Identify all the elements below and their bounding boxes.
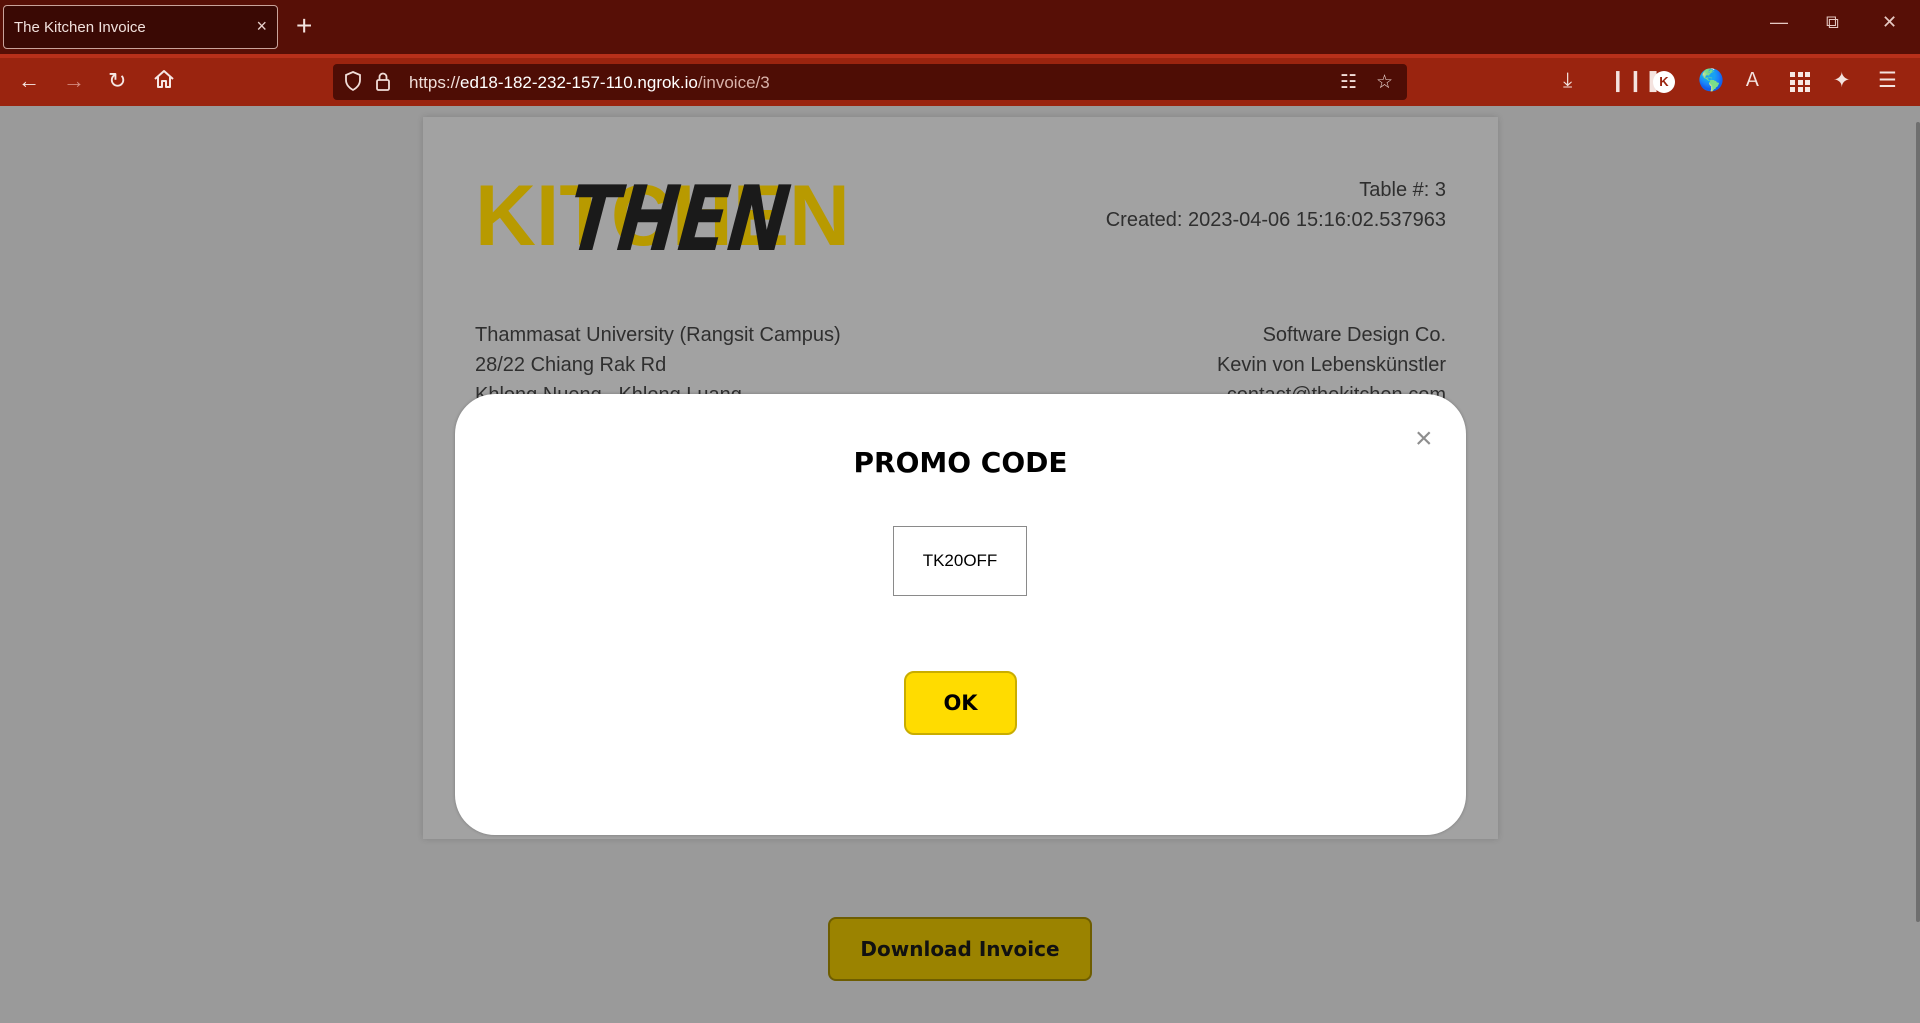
downloads-icon[interactable]: ⤓	[1563, 69, 1572, 93]
address-line: Thammasat University (Rangsit Campus)	[475, 324, 841, 346]
forward-arrow-icon[interactable]: →	[63, 68, 85, 94]
tab-the-kitchen-invoice[interactable]: The Kitchen Invoice ×	[3, 5, 278, 49]
window-close-icon[interactable]: ✕	[1882, 12, 1897, 33]
kitchen-logo: KITCHEN THEN	[475, 167, 850, 270]
ok-button[interactable]: OK	[904, 671, 1017, 735]
url-path: /invoice/3	[697, 73, 770, 92]
minimize-icon[interactable]: —	[1770, 12, 1788, 33]
url-prefix: https://	[409, 73, 461, 92]
bookmark-star-icon[interactable]: ☆	[1376, 71, 1393, 94]
apps-grid-icon[interactable]	[1790, 72, 1810, 92]
company-line: Software Design Co.	[1262, 324, 1446, 346]
promo-code-input[interactable]	[893, 526, 1027, 596]
table-number: Table #: 3	[1359, 179, 1446, 201]
navigation-bar: ← → ↻ https://ed18-182-232-157-110.ngrok…	[0, 54, 1920, 106]
translate-icon[interactable]: Ａ	[1743, 69, 1762, 93]
tab-title: The Kitchen Invoice	[14, 19, 146, 36]
promo-code-modal: PROMO CODE × OK	[455, 394, 1466, 835]
page-translate-icon[interactable]: ☷	[1340, 71, 1357, 94]
vertical-scrollbar[interactable]	[1916, 122, 1920, 922]
company-line: Kevin von Lebenskünstler	[1216, 354, 1446, 376]
tab-bar: The Kitchen Invoice × + — ⧉ ✕	[0, 0, 1920, 54]
lock-icon[interactable]	[375, 71, 391, 97]
svg-text:THEN: THEN	[564, 167, 795, 270]
shield-icon[interactable]	[344, 71, 362, 97]
url-host: ed18-182-232-157-110.ngrok.io	[460, 73, 698, 92]
modal-title: PROMO CODE	[853, 446, 1068, 479]
new-tab-button[interactable]: +	[296, 9, 312, 43]
tab-close-icon[interactable]: ×	[256, 16, 267, 37]
url-text[interactable]: https://ed18-182-232-157-110.ngrok.io/in…	[409, 73, 770, 93]
reload-icon[interactable]: ↻	[108, 68, 126, 94]
download-invoice-button[interactable]: Download Invoice	[828, 917, 1092, 981]
created-date: Created: 2023-04-06 15:16:02.537963	[1105, 209, 1446, 231]
address-bar[interactable]: https://ed18-182-232-157-110.ngrok.io/in…	[333, 64, 1407, 100]
extension-globe-icon[interactable]: 🌎	[1698, 69, 1724, 93]
menu-icon[interactable]: ☰	[1878, 69, 1897, 93]
restore-icon[interactable]: ⧉	[1826, 12, 1839, 33]
account-icon[interactable]: K	[1653, 71, 1675, 93]
home-icon[interactable]	[153, 68, 175, 96]
invoice-meta: Table #: 3 Created: 2023-04-06 15:16:02.…	[1106, 175, 1446, 235]
address-line: 28/22 Chiang Rak Rd	[475, 354, 667, 376]
modal-close-icon[interactable]: ×	[1415, 422, 1433, 456]
extensions-puzzle-icon[interactable]: ✦	[1833, 69, 1851, 93]
back-arrow-icon[interactable]: ←	[18, 68, 40, 94]
